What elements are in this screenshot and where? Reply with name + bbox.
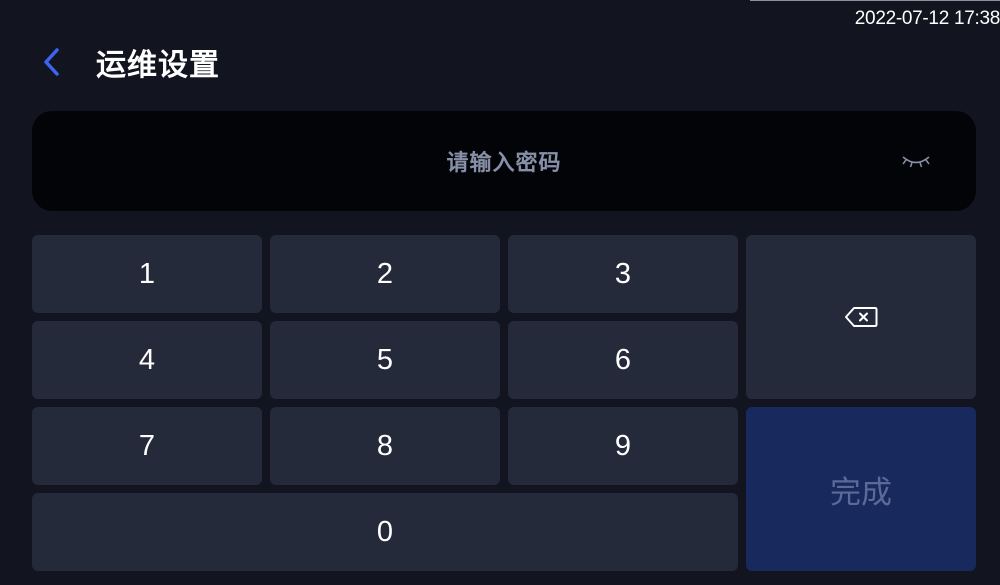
- backspace-button[interactable]: [746, 235, 976, 399]
- key-4[interactable]: 4: [32, 321, 262, 399]
- done-button[interactable]: 完成: [746, 407, 976, 571]
- key-9[interactable]: 9: [508, 407, 738, 485]
- key-8[interactable]: 8: [270, 407, 500, 485]
- key-3[interactable]: 3: [508, 235, 738, 313]
- back-button[interactable]: [36, 44, 68, 80]
- key-5[interactable]: 5: [270, 321, 500, 399]
- key-1[interactable]: 1: [32, 235, 262, 313]
- page-title: 运维设置: [96, 48, 220, 83]
- password-field[interactable]: 请输入密码: [32, 111, 976, 211]
- backspace-icon: [845, 307, 878, 327]
- key-6[interactable]: 6: [508, 321, 738, 399]
- status-divider: [750, 0, 1000, 1]
- password-placeholder: 请输入密码: [446, 151, 562, 176]
- chevron-left-icon: [44, 48, 59, 76]
- eye-closed-icon[interactable]: [900, 151, 932, 171]
- key-2[interactable]: 2: [270, 235, 500, 313]
- status-clock: 2022-07-12 17:38: [854, 8, 1000, 29]
- key-7[interactable]: 7: [32, 407, 262, 485]
- key-0[interactable]: 0: [32, 493, 738, 571]
